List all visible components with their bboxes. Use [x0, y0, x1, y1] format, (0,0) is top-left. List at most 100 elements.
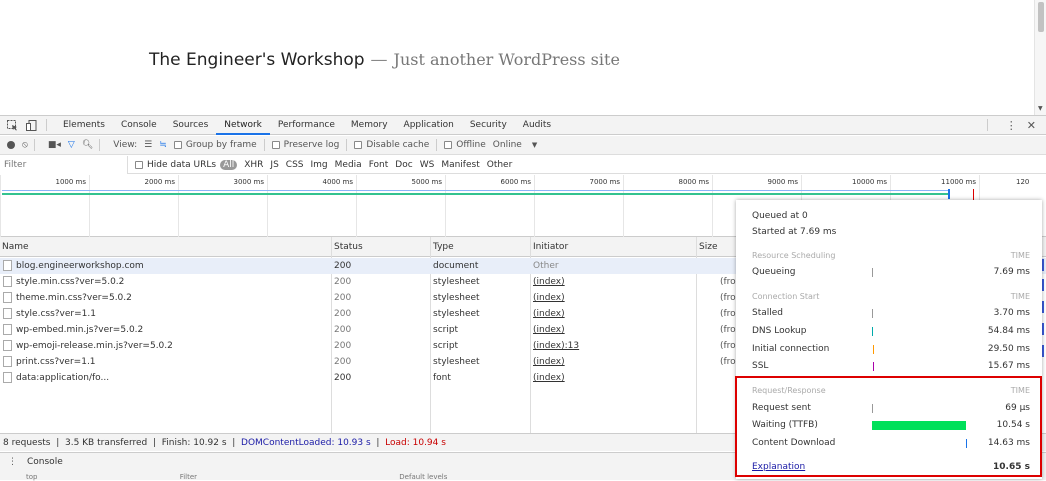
group-by-frame-label: Group by frame: [185, 140, 257, 150]
domcontentloaded-time: DOMContentLoaded: 10.93 s: [241, 438, 371, 448]
load-time: Load: 10.94 s: [385, 438, 446, 448]
drawer-tab-console[interactable]: Console: [27, 457, 63, 467]
column-header-size[interactable]: Size: [697, 237, 717, 257]
more-options-icon[interactable]: ⋮: [1006, 119, 1017, 132]
timing-bar: [872, 268, 873, 277]
request-type: stylesheet: [433, 357, 480, 367]
throttling-value: Online: [492, 140, 522, 150]
request-initiator-link[interactable]: (index): [533, 306, 693, 322]
large-rows-icon[interactable]: ☰: [144, 140, 152, 150]
request-initiator-link[interactable]: (index): [533, 354, 693, 370]
offline-checkbox[interactable]: Offline: [444, 140, 486, 150]
filter-input[interactable]: [0, 155, 128, 174]
disable-cache-checkbox[interactable]: Disable cache: [354, 140, 429, 150]
request-initiator: Other: [533, 261, 559, 271]
request-type: document: [433, 261, 479, 271]
group-by-frame-checkbox[interactable]: Group by frame: [173, 140, 257, 150]
timing-row-dns-lookup: DNS Lookup 54.84 ms: [752, 326, 1030, 336]
queued-at: Queued at 0: [752, 211, 808, 221]
request-initiator-link[interactable]: (index): [533, 322, 693, 338]
chevron-down-icon: ▼: [531, 141, 538, 149]
clear-icon[interactable]: ⦸: [22, 140, 28, 150]
timing-row-stalled: Stalled 3.70 ms: [752, 308, 1030, 318]
filter-type-font[interactable]: Font: [369, 160, 389, 170]
timing-bar: [873, 362, 874, 371]
request-initiator-link[interactable]: (index): [533, 290, 693, 306]
column-header-initiator[interactable]: Initiator: [531, 237, 568, 257]
console-filter-input[interactable]: Filter: [180, 473, 197, 481]
filter-type-all[interactable]: All: [220, 159, 238, 170]
filter-type-css[interactable]: CSS: [286, 160, 304, 170]
scroll-down-arrow-icon[interactable]: ▼: [1038, 105, 1043, 112]
devtools-tabbar: Elements Console Sources Network Perform…: [0, 116, 1046, 135]
site-header: The Engineer's Workshop — Just another Wor…: [149, 50, 620, 70]
inspect-element-icon[interactable]: [5, 118, 19, 132]
preserve-log-checkbox[interactable]: Preserve log: [271, 140, 340, 150]
disable-cache-label: Disable cache: [366, 140, 430, 150]
web-page: The Engineer's Workshop — Just another Wor…: [0, 0, 1046, 115]
request-status: 200: [334, 277, 352, 287]
preserve-log-label: Preserve log: [283, 140, 340, 150]
request-name: print.css?ver=1.1: [3, 354, 331, 370]
request-name: style.min.css?ver=5.0.2: [3, 274, 331, 290]
request-status: 200: [334, 309, 352, 319]
throttling-select[interactable]: Online ▼: [493, 140, 537, 150]
filter-type-other[interactable]: Other: [487, 160, 513, 170]
request-initiator-link[interactable]: (index):13: [533, 338, 693, 354]
request-type: stylesheet: [433, 293, 480, 303]
network-toolbar: ⦸ ■◂ ▽ 🔍︎ View: ☰ ≒ Group by frame Prese…: [0, 136, 1046, 155]
filter-type-doc[interactable]: Doc: [395, 160, 412, 170]
tab-memory[interactable]: Memory: [343, 116, 396, 135]
request-status: 200: [334, 261, 352, 271]
tab-security[interactable]: Security: [462, 116, 515, 135]
tab-performance[interactable]: Performance: [270, 116, 343, 135]
section-connection-start: Connection Start TIME: [752, 292, 1030, 301]
drawer-header: ⋮ Console: [0, 453, 63, 471]
close-devtools-icon[interactable]: ✕: [1027, 119, 1036, 132]
context-select[interactable]: top: [26, 473, 37, 481]
site-title[interactable]: The Engineer's Workshop: [149, 50, 365, 70]
timing-row-queueing: Queueing 7.69 ms: [752, 267, 1030, 277]
screenshot-capture-icon[interactable]: ■◂: [48, 140, 61, 150]
request-initiator-link[interactable]: (index): [533, 274, 693, 290]
filter-type-media[interactable]: Media: [335, 160, 362, 170]
timeline-tick: 4000 ms: [267, 175, 356, 237]
tab-sources[interactable]: Sources: [165, 116, 217, 135]
tab-elements[interactable]: Elements: [55, 116, 113, 135]
request-type: script: [433, 341, 459, 351]
request-type: font: [433, 373, 451, 383]
column-header-name[interactable]: Name: [0, 237, 29, 257]
filter-icon[interactable]: ▽: [68, 140, 75, 150]
log-levels-select[interactable]: Default levels: [399, 473, 447, 481]
page-scrollbar[interactable]: ▼: [1034, 0, 1046, 115]
waterfall-view-icon[interactable]: ≒: [159, 140, 167, 150]
request-initiator-link[interactable]: (index): [533, 370, 693, 386]
filter-type-ws[interactable]: WS: [420, 160, 435, 170]
filter-type-manifest[interactable]: Manifest: [441, 160, 479, 170]
filter-bar: Hide data URLs All XHR JS CSS Img Media …: [0, 155, 1046, 174]
toolbar-divider: [33, 139, 35, 151]
search-icon[interactable]: 🔍︎: [82, 140, 93, 150]
tab-application[interactable]: Application: [396, 116, 462, 135]
drawer-menu-icon[interactable]: ⋮: [8, 457, 17, 467]
started-at: Started at 7.69 ms: [752, 227, 837, 237]
scrollbar-thumb[interactable]: [1038, 2, 1044, 32]
request-status: 200: [334, 357, 352, 367]
tab-network[interactable]: Network: [216, 116, 270, 135]
highlight-box: [735, 376, 1042, 477]
column-header-type[interactable]: Type: [431, 237, 454, 257]
record-icon[interactable]: [7, 141, 15, 149]
filter-type-img[interactable]: Img: [311, 160, 328, 170]
filter-type-js[interactable]: JS: [270, 160, 278, 170]
device-toolbar-icon[interactable]: [24, 118, 38, 132]
hide-data-urls-checkbox[interactable]: Hide data URLs: [135, 160, 216, 170]
timeline-tick: 6000 ms: [445, 175, 534, 237]
file-icon: [3, 308, 12, 319]
timing-bar: [872, 327, 873, 336]
filter-type-xhr[interactable]: XHR: [244, 160, 263, 170]
tab-audits[interactable]: Audits: [515, 116, 559, 135]
tab-console[interactable]: Console: [113, 116, 165, 135]
toolbar-divider: [263, 139, 265, 151]
column-header-status[interactable]: Status: [332, 237, 363, 257]
timeline-tick: 7000 ms: [534, 175, 623, 237]
